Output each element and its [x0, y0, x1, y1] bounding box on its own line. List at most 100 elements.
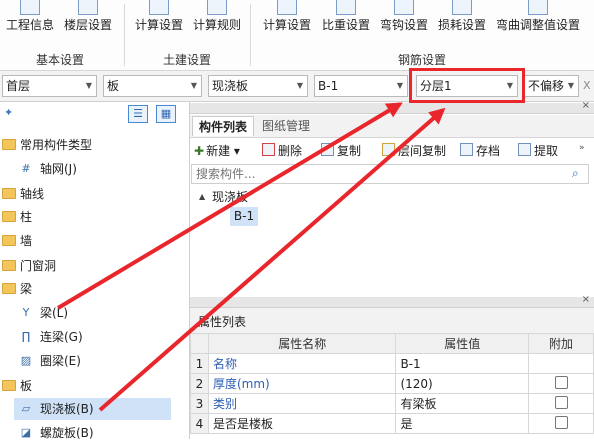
prop-value[interactable]: 有梁板: [395, 393, 530, 414]
folder-icon: [2, 211, 16, 222]
tree-label: 柱: [20, 210, 33, 224]
extra-checkbox[interactable]: [554, 415, 568, 429]
component-tree-panel: ✦ ☰ ▦ 常用构件类型 # 轴网(J) 轴线 柱 墙 门窗洞 梁 Y 梁(L) ∏…: [0, 102, 190, 440]
ribbon-separator: [124, 4, 125, 66]
hook-settings-label: 弯钩设置: [379, 18, 428, 32]
delete-icon: [262, 143, 275, 156]
component-type-select[interactable]: 板 ▼: [103, 75, 202, 97]
copy-icon: [321, 143, 334, 156]
tree-root-cast-slab[interactable]: 现浇板: [212, 188, 248, 205]
tree-item-spiral-slab[interactable]: ◪ 螺旋板(B): [0, 422, 188, 444]
ribbon-separator: [250, 4, 251, 66]
beam-icon: Y: [22, 306, 30, 319]
props-table: 属性名称 属性值 附加 1 名称 B-1 2 厚度(mm) (120) 3 类别…: [190, 333, 594, 434]
floor-select[interactable]: 首层 ▼: [2, 75, 97, 97]
project-info-button[interactable]: 工程信息: [4, 0, 56, 40]
tree-folder-wall[interactable]: 墙: [0, 230, 188, 252]
tree-folder-slab[interactable]: 板: [0, 375, 188, 397]
table-row[interactable]: 1 名称 B-1: [190, 353, 594, 374]
interlayer-copy-button[interactable]: 层间复制: [382, 143, 446, 159]
interlayer-copy-icon: [382, 143, 395, 156]
list-view-icon[interactable]: ☰: [128, 105, 148, 123]
folder-icon: [2, 139, 16, 150]
folder-icon: [2, 188, 16, 199]
hook-settings-button[interactable]: 弯钩设置: [378, 0, 430, 40]
tree-label: 板: [20, 379, 33, 393]
tree-item-beam[interactable]: Y 梁(L): [0, 302, 188, 324]
new-icon: ✚: [194, 144, 205, 158]
floor-select-value: 首层: [6, 79, 31, 93]
bend-adjust-settings-button[interactable]: 弯曲调整值设置: [494, 0, 582, 40]
tree-item-ring-beam[interactable]: ▨ 圈梁(E): [0, 350, 188, 372]
calc-rules-button[interactable]: 计算规则: [191, 0, 243, 40]
tree-label: 梁: [20, 282, 33, 296]
copy-button[interactable]: 复制: [321, 143, 361, 159]
delete-button[interactable]: 删除: [262, 143, 302, 159]
interlayer-copy-label: 层间复制: [398, 144, 447, 158]
extract-button[interactable]: 提取: [518, 143, 558, 159]
ribbon: 工程信息 楼层设置 计算设置 计算规则 计算设置 比重设置 弯钩设置 损耗设置 …: [0, 0, 594, 71]
tree-folder-beam[interactable]: 梁: [0, 278, 188, 300]
tree-folder-openings[interactable]: 门窗洞: [0, 255, 188, 277]
tree-label: 连梁(G): [40, 330, 83, 344]
tree-item-cast-slab[interactable]: ▱ 现浇板(B): [14, 398, 171, 420]
collapse-triangle-icon[interactable]: ▲: [199, 192, 205, 201]
close-icon[interactable]: X: [583, 79, 591, 92]
prop-value[interactable]: 是: [395, 413, 530, 434]
component-pane-titlebar: ×: [190, 100, 594, 114]
tree-label: 墙: [20, 234, 33, 248]
prop-value[interactable]: (120): [395, 373, 530, 394]
props-pane-titlebar: ×: [190, 294, 594, 308]
table-row[interactable]: 3 类别 有梁板: [190, 393, 594, 414]
delete-label: 删除: [278, 144, 303, 158]
tree-item-axis-grid[interactable]: # 轴网(J): [0, 158, 188, 180]
weight-settings-button[interactable]: 比重设置: [320, 0, 372, 40]
rebar-calc-settings-button[interactable]: 计算设置: [260, 0, 314, 40]
floor-settings-button[interactable]: 楼层设置: [62, 0, 114, 40]
props-title: 属性列表: [198, 315, 247, 329]
tree-label: 梁(L): [40, 306, 69, 320]
new-label: 新建: [206, 144, 231, 158]
extra-checkbox[interactable]: [554, 375, 568, 389]
loss-settings-button[interactable]: 损耗设置: [436, 0, 488, 40]
loss-settings-label: 损耗设置: [437, 18, 486, 32]
bend-adjust-icon: [528, 0, 548, 15]
table-row[interactable]: 2 厚度(mm) (120): [190, 373, 594, 394]
search-icon[interactable]: ⌕: [572, 166, 579, 181]
prop-value[interactable]: B-1: [395, 353, 530, 374]
props-col-name: 属性名称: [207, 333, 397, 354]
new-button[interactable]: ✚ 新建 ▾: [194, 143, 240, 159]
tree-label: 轴网(J): [40, 162, 77, 176]
more-icon[interactable]: »: [579, 143, 585, 153]
tree-folder-common-types[interactable]: 常用构件类型: [0, 134, 188, 156]
chevron-down-icon: ▾: [233, 144, 240, 158]
table-row[interactable]: 4 是否是楼板 是: [190, 413, 594, 434]
annotation-highlight-box: [409, 68, 525, 103]
close-pane-icon[interactable]: ×: [582, 294, 590, 305]
offset-select[interactable]: 不偏移 ▼: [524, 75, 579, 97]
folder-icon: [2, 283, 16, 294]
tab-component-list[interactable]: 构件列表: [192, 116, 255, 136]
component-select[interactable]: B-1 ▼: [314, 75, 408, 97]
calc-settings-icon: [149, 0, 169, 15]
tree-folder-column[interactable]: 柱: [0, 206, 188, 228]
component-item-b1[interactable]: B-1: [230, 207, 258, 226]
extra-checkbox[interactable]: [554, 395, 568, 409]
folder-icon: [2, 235, 16, 246]
calc-rules-icon: [207, 0, 227, 15]
close-pane-icon[interactable]: ×: [582, 100, 590, 111]
hook-icon: [394, 0, 414, 15]
tab-drawing-management[interactable]: 图纸管理: [256, 116, 316, 136]
civil-calc-settings-button[interactable]: 计算设置: [133, 0, 185, 40]
tree-label: 圈梁(E): [40, 354, 81, 368]
tree-folder-axis[interactable]: 轴线: [0, 183, 188, 205]
row-number: 3: [190, 393, 209, 414]
prop-name: 是否是楼板: [207, 413, 397, 434]
pin-icon[interactable]: ✦: [4, 106, 13, 119]
folder-icon: [2, 380, 16, 391]
grid-view-icon[interactable]: ▦: [156, 105, 176, 123]
archive-button[interactable]: 存档: [460, 143, 500, 159]
search-input[interactable]: [191, 164, 589, 184]
tree-item-link-beam[interactable]: ∏ 连梁(G): [0, 326, 188, 348]
category-select[interactable]: 现浇板 ▼: [208, 75, 308, 97]
